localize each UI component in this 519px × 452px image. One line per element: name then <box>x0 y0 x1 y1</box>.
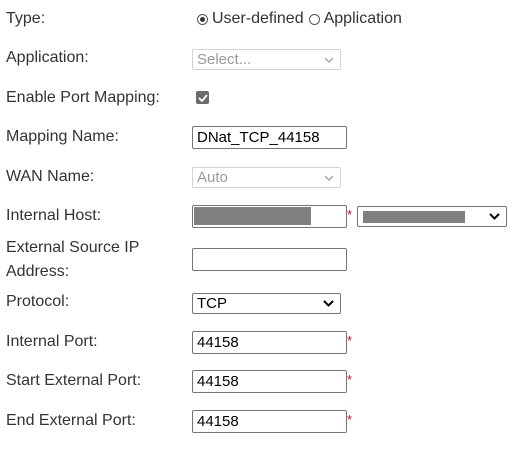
wan-name-select-value: Auto <box>197 169 228 186</box>
chevron-down-icon <box>489 207 500 226</box>
chevron-down-icon <box>323 294 334 313</box>
checkmark-icon <box>197 93 208 102</box>
enable-port-mapping-checkbox[interactable] <box>196 91 209 104</box>
mapping-name-input[interactable]: DNat_TCP_44158 <box>192 126 347 149</box>
user-defined-radio-label[interactable]: User-defined <box>212 10 304 28</box>
chevron-down-icon <box>324 168 334 187</box>
required-asterisk: * <box>347 333 353 348</box>
application-select[interactable]: Select... <box>192 49 341 70</box>
application-label: Application: <box>6 49 89 66</box>
end-external-port-input[interactable]: 44158 <box>192 410 347 433</box>
internal-host-label: Internal Host: <box>6 207 102 224</box>
start-external-port-label: Start External Port: <box>6 372 142 389</box>
internal-host-select[interactable] <box>357 206 507 227</box>
application-radio-label[interactable]: Application <box>324 10 402 28</box>
external-source-ip-label-line2: Address: <box>6 263 70 280</box>
user-defined-radio[interactable] <box>197 13 208 25</box>
external-source-ip-input[interactable] <box>192 248 347 271</box>
protocol-select-value: TCP <box>197 295 227 312</box>
mapping-name-label: Mapping Name: <box>6 128 119 145</box>
start-external-port-input[interactable]: 44158 <box>192 370 347 393</box>
required-asterisk: * <box>347 412 353 427</box>
type-label: Type: <box>6 10 46 27</box>
internal-host-input[interactable] <box>192 205 347 228</box>
wan-name-select[interactable]: Auto <box>192 167 341 188</box>
chevron-down-icon <box>324 50 334 69</box>
application-select-value: Select... <box>197 51 252 68</box>
internal-port-label: Internal Port: <box>6 333 98 350</box>
required-asterisk: * <box>347 207 353 222</box>
protocol-select[interactable]: TCP <box>192 293 341 314</box>
external-source-ip-label: External Source IP Address: <box>6 236 139 284</box>
enable-port-mapping-label: Enable Port Mapping: <box>6 89 160 106</box>
wan-name-label: WAN Name: <box>6 168 95 185</box>
redacted-value <box>194 207 311 225</box>
protocol-label: Protocol: <box>6 293 70 310</box>
end-external-port-label: End External Port: <box>6 412 136 429</box>
application-radio[interactable] <box>308 13 320 25</box>
external-source-ip-label-line1: External Source IP <box>6 239 140 256</box>
redacted-value <box>363 211 465 223</box>
required-asterisk: * <box>347 372 353 387</box>
internal-port-input[interactable]: 44158 <box>192 331 347 354</box>
type-radio-group: User-defined Application <box>197 9 407 29</box>
